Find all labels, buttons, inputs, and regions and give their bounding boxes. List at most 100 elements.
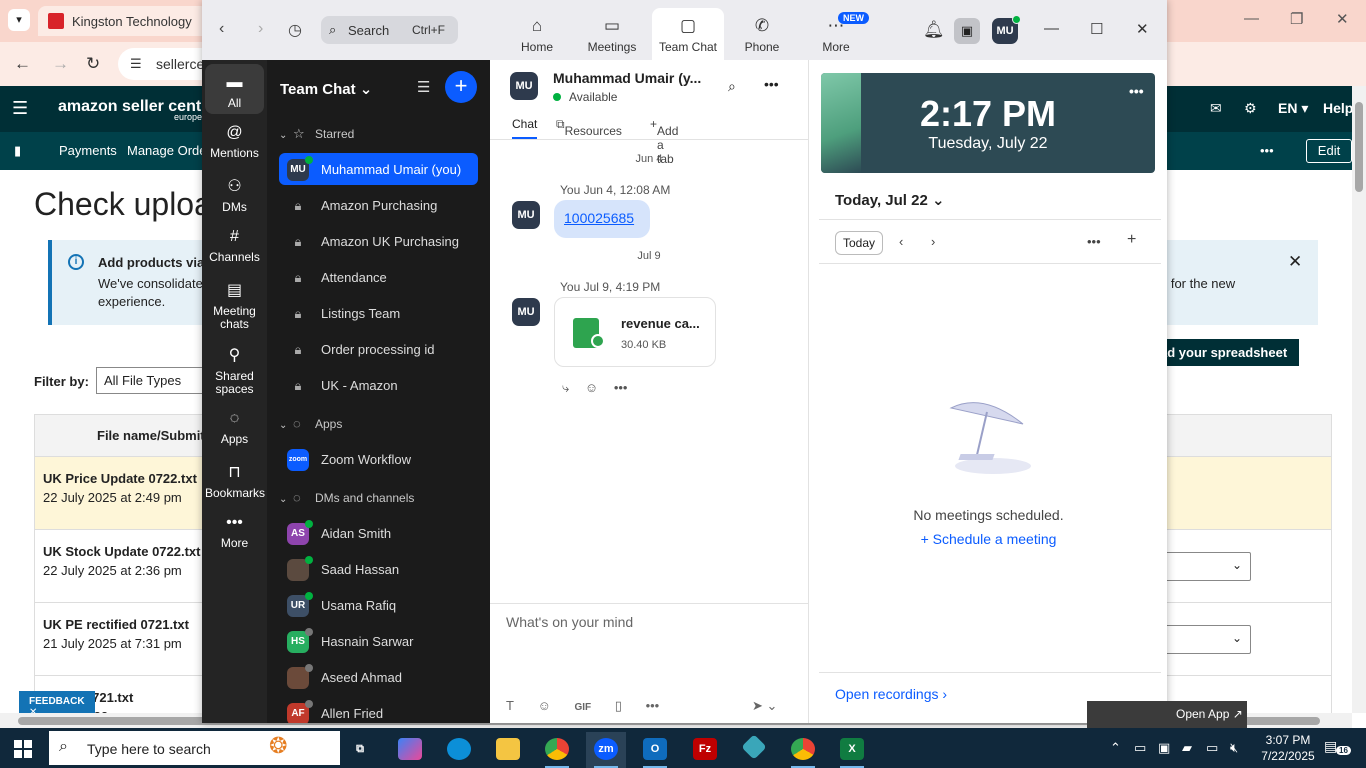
zoom-search-box[interactable]: ⌕ Search Ctrl+F: [321, 16, 458, 44]
hamburger-menu-icon[interactable]: ☰: [12, 98, 28, 119]
browser-tab[interactable]: Kingston Technology: [38, 6, 208, 36]
send-icon[interactable]: ➤ ⌄: [752, 698, 777, 714]
list-item[interactable]: UR Usama Rafiq: [279, 589, 478, 621]
notifications-bell-icon[interactable]: 🔔︎: [923, 20, 945, 40]
back-icon[interactable]: ←: [14, 54, 31, 74]
list-item[interactable]: MU Muhammad Umair (you): [279, 153, 478, 185]
team-chat-title[interactable]: Team Chat ⌄: [280, 80, 372, 98]
battery-icon[interactable]: ▰: [1182, 740, 1192, 756]
rail-bookmarks[interactable]: ⊓ Bookmarks: [205, 462, 265, 500]
rail-apps[interactable]: ◌ Apps: [205, 410, 264, 446]
reload-icon[interactable]: ↻: [86, 54, 100, 74]
mail-icon[interactable]: ✉: [1210, 100, 1222, 117]
forward-icon[interactable]: →: [52, 54, 69, 74]
today-button[interactable]: Today: [835, 231, 883, 255]
app-diamond-icon[interactable]: [734, 732, 774, 768]
tab-search-button[interactable]: ▾: [8, 9, 30, 31]
settings-gear-icon[interactable]: ⚙: [1244, 100, 1257, 117]
more-options-icon[interactable]: •••: [764, 76, 779, 92]
column-header-file-name[interactable]: File name/Submit: [97, 428, 205, 443]
chat-contact-name[interactable]: Muhammad Umair (y...: [553, 70, 701, 86]
list-item[interactable]: 🔒︎ UK - Amazon: [279, 369, 478, 401]
gif-button[interactable]: GIF: [574, 702, 591, 713]
network-icon[interactable]: ▭: [1206, 740, 1218, 756]
taskbar-clock[interactable]: 3:07 PM 7/22/2025: [1258, 732, 1318, 764]
more-options-icon[interactable]: •••: [1129, 83, 1144, 99]
previous-day-icon[interactable]: ‹: [899, 234, 903, 249]
task-view-icon[interactable]: ⧉: [340, 732, 380, 768]
tray-chevron-up-icon[interactable]: ⌃: [1110, 740, 1121, 756]
message-link[interactable]: 100025685: [564, 210, 634, 226]
list-item[interactable]: HS Hasnain Sarwar: [279, 625, 478, 657]
schedule-meeting-link[interactable]: + Schedule a meeting: [809, 531, 1168, 547]
filezilla-icon[interactable]: Fz: [685, 732, 725, 768]
format-text-icon[interactable]: T: [506, 698, 514, 713]
new-chat-button[interactable]: +: [445, 71, 477, 103]
file-type-filter[interactable]: All File Types: [96, 367, 206, 394]
rail-shared-spaces[interactable]: ⚲ Shared spaces: [205, 345, 264, 396]
tab-resources[interactable]: ⧉ Resources: [556, 117, 622, 138]
more-options-icon[interactable]: •••: [614, 380, 628, 395]
calendar-date-selector[interactable]: Today, Jul 22 ⌄: [835, 191, 945, 209]
composer-placeholder[interactable]: What's on your mind: [506, 614, 633, 630]
upload-spreadsheet-button[interactable]: ad your spreadsheet: [1150, 339, 1299, 366]
nav-payments[interactable]: Payments: [59, 143, 117, 158]
browser-restore-icon[interactable]: ❐: [1290, 10, 1303, 28]
section-apps[interactable]: ⌄ ◌ Apps: [279, 416, 342, 431]
history-icon[interactable]: ◷: [288, 20, 302, 40]
rail-dms[interactable]: ⚇ DMs: [205, 176, 264, 214]
chrome-icon[interactable]: [537, 732, 577, 768]
tab-phone[interactable]: ✆ Phone: [726, 0, 798, 60]
list-item[interactable]: 🔒︎ Order processing id: [279, 333, 478, 365]
open-recordings-link[interactable]: Open recordings ›: [835, 686, 947, 702]
volume-muted-icon[interactable]: 🔇︎: [1230, 740, 1238, 756]
outlook-icon[interactable]: O: [635, 732, 675, 768]
excel-icon[interactable]: X: [832, 732, 872, 768]
tab-add[interactable]: + Add a tab: [650, 117, 678, 166]
list-item[interactable]: 🔒︎ Amazon Purchasing: [279, 189, 478, 221]
avatar[interactable]: MU: [992, 15, 1021, 44]
list-item[interactable]: Saad Hassan: [279, 553, 478, 585]
reply-icon[interactable]: ⤷: [562, 380, 569, 395]
tab-home[interactable]: ⌂ Home: [501, 0, 573, 60]
rail-mentions[interactable]: @ Mentions: [205, 124, 264, 160]
vertical-scroll-thumb[interactable]: [1355, 102, 1363, 192]
tab-team-chat[interactable]: ▢ Team Chat: [652, 8, 724, 60]
list-item[interactable]: Aseed Ahmad: [279, 661, 478, 693]
message-bubble[interactable]: 100025685: [554, 200, 650, 238]
list-item[interactable]: 🔒︎ Listings Team: [279, 297, 478, 329]
attach-file-icon[interactable]: ▯: [615, 698, 622, 713]
browser-close-icon[interactable]: ✕: [1336, 10, 1349, 28]
rail-more[interactable]: ••• More: [205, 514, 264, 550]
section-starred[interactable]: ⌄ ☆ Starred: [279, 126, 354, 142]
file-attachment[interactable]: revenue ca... 30.40 KB: [554, 297, 716, 367]
zoom-close-icon[interactable]: ✕: [1136, 20, 1149, 38]
avatar[interactable]: MU: [510, 72, 538, 100]
seller-central-logo[interactable]: amazon seller central europe: [58, 98, 221, 122]
subnav-more-icon[interactable]: •••: [1260, 143, 1274, 158]
help-link[interactable]: Help: [1323, 100, 1353, 116]
open-app-button[interactable]: Open App ↗: [1087, 701, 1247, 728]
row-action-dropdown[interactable]: ⌄: [1165, 552, 1251, 581]
language-selector[interactable]: EN ▾: [1278, 100, 1308, 117]
filter-icon[interactable]: ☰: [417, 78, 430, 96]
taskbar-search[interactable]: ⌕ Type here to search ❂: [49, 731, 340, 765]
edit-nav-button[interactable]: Edit: [1306, 139, 1352, 163]
add-event-icon[interactable]: +: [1127, 231, 1136, 249]
notification-center-icon[interactable]: ▤ 16: [1324, 738, 1351, 755]
chrome-profile-icon[interactable]: [783, 732, 823, 768]
emoji-icon[interactable]: ☺: [538, 698, 551, 713]
windows-start-icon[interactable]: [14, 740, 32, 758]
meet-now-icon[interactable]: ▭: [1134, 740, 1146, 756]
more-options-icon[interactable]: •••: [1087, 234, 1101, 249]
search-icon[interactable]: ⌕: [728, 78, 736, 95]
list-item[interactable]: zoom Zoom Workflow: [279, 443, 478, 475]
close-banner-icon[interactable]: ✕: [1288, 252, 1302, 272]
rail-meeting-chats[interactable]: ▤ Meeting chats: [205, 280, 264, 331]
tray-app-icon[interactable]: ▣: [1158, 740, 1170, 756]
browser-minimize-icon[interactable]: —: [1244, 10, 1259, 27]
copilot-icon[interactable]: [390, 732, 430, 768]
next-day-icon[interactable]: ›: [931, 234, 935, 249]
bookmark-icon[interactable]: ▮: [14, 143, 21, 159]
vertical-scrollbar[interactable]: [1352, 86, 1366, 713]
